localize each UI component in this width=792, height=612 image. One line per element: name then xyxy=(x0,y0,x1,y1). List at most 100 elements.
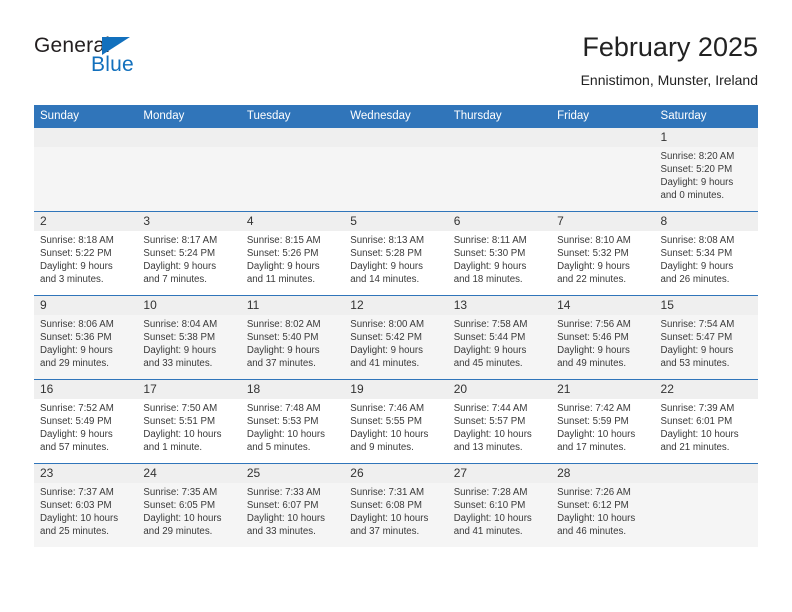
sunrise-text: Sunrise: 7:58 AM xyxy=(453,319,528,330)
daylight-text-line1: Daylight: 10 hours xyxy=(40,513,119,525)
sunset-text: Sunset: 5:40 PM xyxy=(246,332,319,344)
sunset-text: Sunset: 5:51 PM xyxy=(143,416,216,428)
calendar-cell-day-2[interactable]: 2 Sunrise: 8:18 AM Sunset: 5:22 PM Daylight… xyxy=(34,211,138,296)
calendar-cell-day-4[interactable]: 4 Sunrise: 8:15 AM Sunset: 5:26 PM Daylight… xyxy=(240,211,345,296)
general-blue-logo[interactable]: General Blue xyxy=(34,34,214,90)
day-number: 27 xyxy=(447,464,552,483)
day-sun-info: Sunrise: 7:28 AM Sunset: 6:10 PM Daylight:… xyxy=(448,483,551,538)
calendar-cell-day-5[interactable]: 5 Sunrise: 8:13 AM Sunset: 5:28 PM Daylight… xyxy=(344,211,448,296)
day-sun-info: Sunrise: 8:02 AM Sunset: 5:40 PM Daylight:… xyxy=(241,315,344,370)
sunrise-text: Sunrise: 8:08 AM xyxy=(660,235,735,246)
day-number: 3 xyxy=(137,212,241,231)
day-sun-info: Sunrise: 8:00 AM Sunset: 5:42 PM Daylight:… xyxy=(344,315,447,370)
day-number: 19 xyxy=(344,380,448,399)
calendar-cell-empty xyxy=(240,127,345,212)
calendar-cell-day-20[interactable]: 20 Sunrise: 7:44 AM Sunset: 5:57 PM Dayligh… xyxy=(447,379,552,464)
calendar-cell-day-18[interactable]: 18 Sunrise: 7:48 AM Sunset: 5:53 PM Dayligh… xyxy=(240,379,345,464)
sunrise-text: Sunrise: 7:44 AM xyxy=(453,403,528,414)
calendar-cell-day-8[interactable]: 8 Sunrise: 8:08 AM Sunset: 5:34 PM Daylight… xyxy=(654,211,758,296)
calendar-cell-day-23[interactable]: 23 Sunrise: 7:37 AM Sunset: 6:03 PM Dayligh… xyxy=(34,463,138,547)
calendar-cell-day-17[interactable]: 17 Sunrise: 7:50 AM Sunset: 5:51 PM Dayligh… xyxy=(137,379,241,464)
daylight-text-line1: Daylight: 10 hours xyxy=(557,513,636,525)
calendar-cell-day-14[interactable]: 14 Sunrise: 7:56 AM Sunset: 5:46 PM Dayligh… xyxy=(551,295,655,380)
calendar-cell-day-27[interactable]: 27 Sunrise: 7:28 AM Sunset: 6:10 PM Dayligh… xyxy=(447,463,552,547)
calendar-cell-day-21[interactable]: 21 Sunrise: 7:42 AM Sunset: 5:59 PM Dayligh… xyxy=(551,379,655,464)
calendar-cell-day-11[interactable]: 11 Sunrise: 8:02 AM Sunset: 5:40 PM Dayligh… xyxy=(240,295,345,380)
daylight-text-line2: and 41 minutes. xyxy=(453,526,523,538)
calendar-cell-day-22[interactable]: 22 Sunrise: 7:39 AM Sunset: 6:01 PM Dayligh… xyxy=(654,379,758,464)
day-sun-info: Sunrise: 7:54 AM Sunset: 5:47 PM Daylight:… xyxy=(655,315,758,370)
calendar-cell-day-26[interactable]: 26 Sunrise: 7:31 AM Sunset: 6:08 PM Dayligh… xyxy=(344,463,448,547)
sunrise-text: Sunrise: 7:46 AM xyxy=(350,403,425,414)
day-sun-info: Sunrise: 8:20 AM Sunset: 5:20 PM Daylight:… xyxy=(655,147,758,202)
calendar-week-row: 23 Sunrise: 7:37 AM Sunset: 6:03 PM Dayligh… xyxy=(34,463,758,547)
calendar-table: Sunday Monday Tuesday Wednesday Thursday… xyxy=(34,105,758,547)
daylight-text-line2: and 14 minutes. xyxy=(350,274,420,286)
calendar-week-row: 2 Sunrise: 8:18 AM Sunset: 5:22 PM Daylight… xyxy=(34,211,758,296)
calendar-cell-day-19[interactable]: 19 Sunrise: 7:46 AM Sunset: 5:55 PM Dayligh… xyxy=(344,379,448,464)
calendar-cell-day-24[interactable]: 24 Sunrise: 7:35 AM Sunset: 6:05 PM Dayligh… xyxy=(137,463,241,547)
day-number: 23 xyxy=(34,464,138,483)
day-sun-info: Sunrise: 8:18 AM Sunset: 5:22 PM Daylight:… xyxy=(34,231,137,286)
sunset-text: Sunset: 6:07 PM xyxy=(246,500,319,512)
daylight-text-line2: and 25 minutes. xyxy=(40,526,109,538)
calendar-cell-day-28[interactable]: 28 Sunrise: 7:26 AM Sunset: 6:12 PM Dayligh… xyxy=(551,463,655,547)
day-number: 21 xyxy=(551,380,655,399)
calendar-cell-day-16[interactable]: 16 Sunrise: 7:52 AM Sunset: 5:49 PM Dayligh… xyxy=(34,379,138,464)
day-number: 18 xyxy=(240,380,345,399)
sunset-text: Sunset: 6:01 PM xyxy=(660,416,733,428)
column-header-thursday: Thursday xyxy=(447,105,552,128)
calendar-cell-empty xyxy=(344,127,448,212)
day-number xyxy=(344,128,448,147)
sunset-text: Sunset: 5:26 PM xyxy=(246,248,319,260)
day-sun-info: Sunrise: 7:58 AM Sunset: 5:44 PM Daylight:… xyxy=(448,315,551,370)
page-subtitle: Ennistimon, Munster, Ireland xyxy=(580,72,758,88)
sunrise-text: Sunrise: 8:10 AM xyxy=(557,235,631,246)
daylight-text-line1: Daylight: 9 hours xyxy=(660,261,734,273)
sunset-text: Sunset: 5:34 PM xyxy=(660,248,733,260)
calendar-cell-day-13[interactable]: 13 Sunrise: 7:58 AM Sunset: 5:44 PM Dayligh… xyxy=(447,295,552,380)
column-header-sunday: Sunday xyxy=(34,105,138,128)
daylight-text-line2: and 11 minutes. xyxy=(246,274,316,286)
calendar-cell-day-25[interactable]: 25 Sunrise: 7:33 AM Sunset: 6:07 PM Dayligh… xyxy=(240,463,345,547)
day-number: 12 xyxy=(344,296,448,315)
calendar-cell-day-15[interactable]: 15 Sunrise: 7:54 AM Sunset: 5:47 PM Dayligh… xyxy=(654,295,758,380)
daylight-text-line1: Daylight: 10 hours xyxy=(453,513,532,525)
calendar-cell-empty xyxy=(551,127,655,212)
sunset-text: Sunset: 5:22 PM xyxy=(40,248,112,260)
day-sun-info: Sunrise: 7:37 AM Sunset: 6:03 PM Daylight:… xyxy=(34,483,137,538)
daylight-text-line1: Daylight: 10 hours xyxy=(350,513,429,525)
daylight-text-line2: and 1 minute. xyxy=(143,442,203,454)
day-sun-info: Sunrise: 7:52 AM Sunset: 5:49 PM Daylight:… xyxy=(34,399,137,454)
calendar-cell-day-3[interactable]: 3 Sunrise: 8:17 AM Sunset: 5:24 PM Daylight… xyxy=(137,211,241,296)
sunrise-text: Sunrise: 8:20 AM xyxy=(660,151,735,162)
day-number: 5 xyxy=(344,212,448,231)
day-sun-info: Sunrise: 7:31 AM Sunset: 6:08 PM Daylight:… xyxy=(344,483,447,538)
day-number: 7 xyxy=(551,212,655,231)
calendar-cell-day-1[interactable]: 1 Sunrise: 8:20 AM Sunset: 5:20 PM Daylight… xyxy=(654,127,758,212)
calendar-page: General Blue February 2025 Ennistimon, M… xyxy=(0,0,792,612)
daylight-text-line2: and 18 minutes. xyxy=(453,274,523,286)
daylight-text-line2: and 26 minutes. xyxy=(660,274,730,286)
daylight-text-line2: and 41 minutes. xyxy=(350,358,420,370)
day-sun-info: Sunrise: 8:06 AM Sunset: 5:36 PM Daylight:… xyxy=(34,315,137,370)
sunset-text: Sunset: 5:36 PM xyxy=(40,332,112,344)
sunrise-text: Sunrise: 8:17 AM xyxy=(143,235,218,246)
calendar-cell-day-6[interactable]: 6 Sunrise: 8:11 AM Sunset: 5:30 PM Daylight… xyxy=(447,211,552,296)
calendar-cell-day-9[interactable]: 9 Sunrise: 8:06 AM Sunset: 5:36 PM Daylight… xyxy=(34,295,138,380)
day-number: 8 xyxy=(654,212,758,231)
calendar-cell-day-12[interactable]: 12 Sunrise: 8:00 AM Sunset: 5:42 PM Dayligh… xyxy=(344,295,448,380)
calendar-cell-day-10[interactable]: 10 Sunrise: 8:04 AM Sunset: 5:38 PM Dayligh… xyxy=(137,295,241,380)
calendar-cell-day-7[interactable]: 7 Sunrise: 8:10 AM Sunset: 5:32 PM Daylight… xyxy=(551,211,655,296)
daylight-text-line2: and 9 minutes. xyxy=(350,442,414,454)
daylight-text-line2: and 33 minutes. xyxy=(246,526,316,538)
day-number: 1 xyxy=(654,128,758,147)
day-sun-info: Sunrise: 8:10 AM Sunset: 5:32 PM Daylight:… xyxy=(551,231,654,286)
day-sun-info: Sunrise: 8:11 AM Sunset: 5:30 PM Daylight:… xyxy=(448,231,551,286)
daylight-text-line1: Daylight: 9 hours xyxy=(246,345,320,357)
sunrise-text: Sunrise: 8:04 AM xyxy=(143,319,218,330)
day-number: 14 xyxy=(551,296,655,315)
sunrise-text: Sunrise: 7:56 AM xyxy=(557,319,631,330)
daylight-text-line2: and 49 minutes. xyxy=(557,358,627,370)
daylight-text-line2: and 37 minutes. xyxy=(350,526,420,538)
